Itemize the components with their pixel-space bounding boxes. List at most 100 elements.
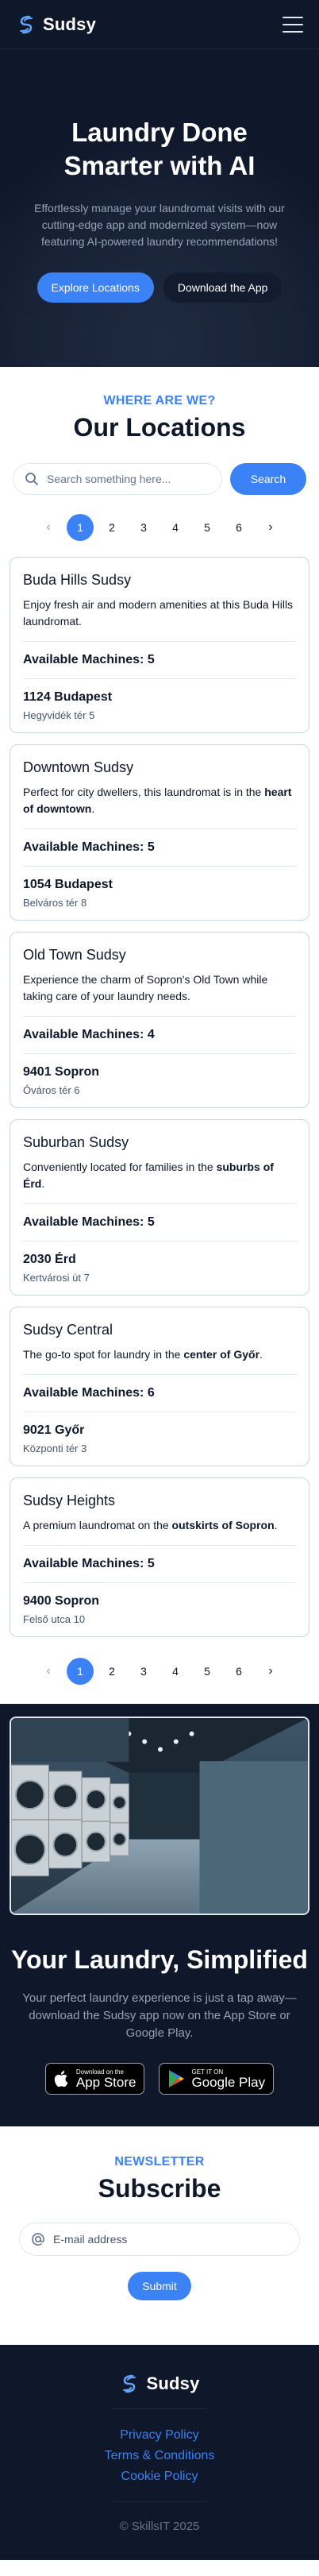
page-button[interactable]: 2 [98,514,125,541]
hero-section: Laundry Done Smarter with AI Effortlessl… [0,49,319,367]
card-divider [23,678,296,679]
apple-icon [54,2071,68,2087]
machines-count: 6 [147,1386,155,1400]
location-name: Sudsy Heights [23,1493,116,1508]
location-name: Downtown Sudsy [23,759,134,775]
explore-locations-button[interactable]: Explore Locations [37,272,154,303]
search-row: Search [13,463,306,495]
hero-subtitle: Effortlessly manage your laundromat visi… [34,202,285,248]
page-button[interactable]: 5 [194,1658,221,1685]
email-field[interactable] [19,2223,300,2256]
available-machines: Available Machines: 5 [23,1215,296,1230]
description-text: Enjoy fresh air and modern amenities at … [23,598,294,628]
sudsy-logo-icon [123,2374,136,2393]
sudsy-logo-icon [20,15,33,33]
next-page-chevron-icon[interactable]: › [257,514,284,541]
card-divider [23,1016,296,1017]
page-button[interactable]: 5 [194,514,221,541]
card-divider [23,1053,296,1054]
description-highlight: center of Győr [183,1348,260,1361]
location-card[interactable]: Old Town Sudsy Experience the charm of So… [10,932,309,1108]
location-card[interactable]: Sudsy Heights A premium laundromat on the… [10,1477,309,1637]
page-button[interactable]: 4 [162,1658,189,1685]
location-street: Kertvárosi út 7 [23,1272,90,1284]
page-button[interactable]: 6 [225,514,252,541]
email-input[interactable] [53,2233,288,2246]
location-city: 9021 Győr [23,1423,85,1437]
card-divider [23,866,296,867]
search-input[interactable] [47,473,210,485]
machines-label: Available Machines: [23,653,144,666]
machines-label: Available Machines: [23,1028,144,1041]
google-play-badge[interactable]: GET IT ON Google Play [159,2063,275,2095]
machines-count: 5 [147,1215,155,1229]
newsletter-eyebrow: NEWSLETTER [114,2155,205,2169]
card-divider [23,1545,296,1546]
location-description: Conveniently located for families in the… [23,1159,296,1192]
page-button[interactable]: 6 [225,1658,252,1685]
location-card[interactable]: Sudsy Central The go-to spot for laundry … [10,1307,309,1466]
card-divider [23,1374,296,1375]
location-card[interactable]: Downtown Sudsy Perfect for city dwellers,… [10,744,309,921]
location-name: Suburban Sudsy [23,1134,129,1150]
prev-page-chevron-icon[interactable]: ‹ [35,1658,62,1685]
app-store-badge[interactable]: Download on the App Store [44,2063,145,2095]
hero-buttons: Explore Locations Download the App [17,272,302,303]
newsletter-title: Subscribe [98,2174,221,2203]
app-promo-section: Your Laundry, Simplified Your perfect la… [0,1704,319,2126]
menu-bar [282,23,303,25]
machines-label: Available Machines: [23,1215,144,1229]
at-sign-icon [32,2233,44,2246]
page-button[interactable]: 1 [67,514,94,541]
location-street: Belváros tér 8 [23,897,87,909]
download-app-button[interactable]: Download the App [163,272,282,303]
laundromat-photo [10,1717,309,1915]
location-card[interactable]: Buda Hills Sudsy Enjoy fresh air and mode… [10,557,309,733]
store-badges: Download on the App Store GET IT ON Goog… [10,2063,309,2095]
machines-label: Available Machines: [23,840,144,854]
footer-brand-name: Sudsy [146,2373,200,2393]
footer-brand[interactable]: Sudsy [16,2373,303,2394]
location-description: Enjoy fresh air and modern amenities at … [23,597,296,630]
page-button[interactable]: 3 [130,514,157,541]
app-store-big: App Store [75,2074,136,2090]
page-button[interactable]: 2 [98,1658,125,1685]
search-icon [25,473,38,485]
machines-label: Available Machines: [23,1557,144,1570]
location-name: Sudsy Central [23,1322,113,1338]
location-description: Perfect for city dwellers, this laundrom… [23,784,296,817]
location-city: 9400 Sopron [23,1594,100,1608]
search-field[interactable] [13,463,222,495]
privacy-policy-link[interactable]: Privacy Policy [16,2425,303,2446]
location-city: 1124 Budapest [23,690,113,704]
description-text: . [91,802,95,815]
copyright: © SkillsIT 2025 [119,2520,200,2533]
prev-page-chevron-icon[interactable]: ‹ [35,514,62,541]
description-text: . [259,1348,263,1361]
location-street: Központi tér 3 [23,1442,87,1454]
next-page-chevron-icon[interactable]: › [257,1658,284,1685]
submit-button[interactable]: Submit [128,2272,191,2300]
page: Sudsy Laundry Done Smarter with AI Effor… [0,0,319,2560]
menu-bar [282,30,303,33]
machines-label: Available Machines: [23,1386,144,1400]
location-card[interactable]: Suburban Sudsy Conveniently located for f… [10,1119,309,1296]
terms-link[interactable]: Terms & Conditions [16,2446,303,2466]
machines-count: 5 [147,1557,155,1570]
location-street: Óváros tér 6 [23,1084,80,1096]
page-button[interactable]: 4 [162,514,189,541]
page-button[interactable]: 1 [67,1658,94,1685]
description-text: . [274,1519,278,1531]
location-name: Old Town Sudsy [23,947,126,963]
locations-section: WHERE ARE WE? Our Locations Search ‹ 1 2… [0,367,319,1704]
description-text: Experience the charm of Sopron's Old Tow… [23,973,268,1002]
card-divider [23,641,296,642]
brand[interactable]: Sudsy [16,14,96,35]
search-button[interactable]: Search [230,463,306,495]
description-highlight: outskirts of Sopron [171,1519,275,1531]
cookie-policy-link[interactable]: Cookie Policy [16,2466,303,2487]
page-button[interactable]: 3 [130,1658,157,1685]
location-description: A premium laundromat on the outskirts of… [23,1517,296,1534]
available-machines: Available Machines: 4 [23,1028,296,1042]
hamburger-menu-icon[interactable] [282,16,303,33]
